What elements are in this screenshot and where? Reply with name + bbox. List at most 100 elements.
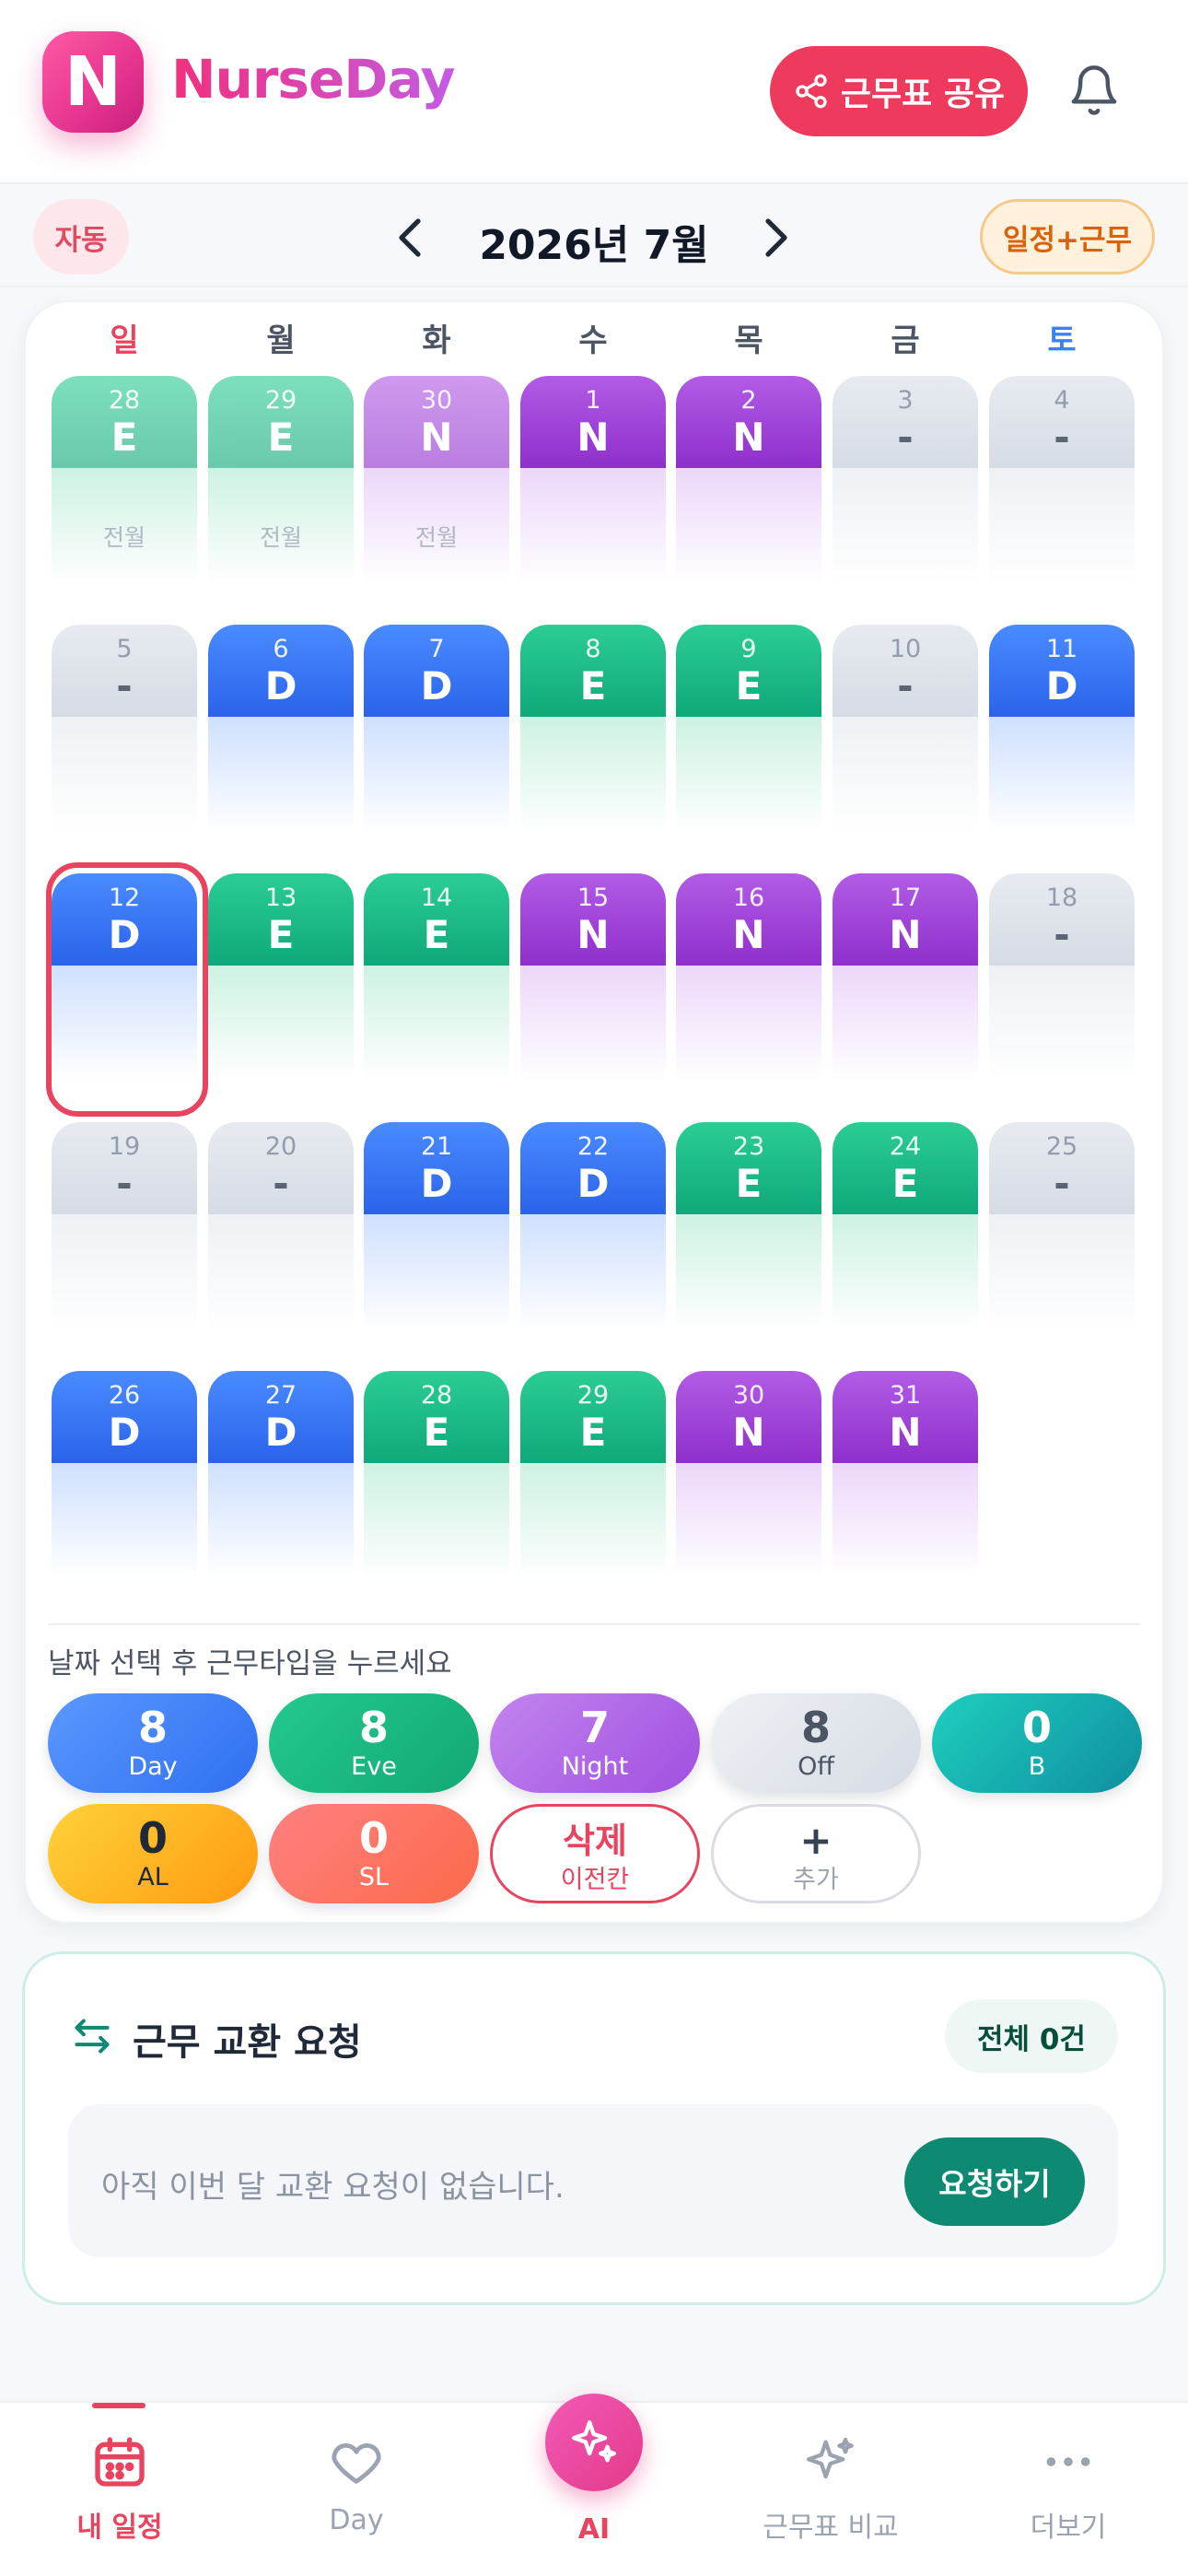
calendar-day-cell[interactable]: 11 D <box>989 625 1135 853</box>
shift-night-button[interactable]: 7 Night <box>490 1693 700 1793</box>
day-number: 3 <box>897 386 914 415</box>
nav-more[interactable]: 더보기 <box>976 2432 1160 2545</box>
day-number: 11 <box>1045 635 1078 663</box>
swap-request-button[interactable]: 요청하기 <box>904 2137 1085 2226</box>
add-shift-type-button[interactable]: + 추가 <box>711 1804 921 1903</box>
prev-month-note: 전월 <box>102 524 146 551</box>
day-schedule-area <box>676 468 821 604</box>
calendar-day-cell[interactable]: 1N <box>520 376 666 604</box>
shift-b-button[interactable]: 0 B <box>932 1693 1142 1793</box>
nav-day[interactable]: Day <box>264 2432 448 2536</box>
bell-icon[interactable] <box>1066 61 1122 120</box>
shift-header: 5- <box>52 625 197 717</box>
delete-label: 이전칸 <box>560 1866 630 1894</box>
calendar-day-cell[interactable]: 5- <box>52 625 197 853</box>
day-number: 23 <box>732 1132 765 1161</box>
day-number: 18 <box>1045 884 1078 912</box>
add-title: + <box>799 1818 833 1863</box>
shift-day-button[interactable]: 8 Day <box>48 1693 258 1793</box>
day-schedule-area <box>833 1214 978 1351</box>
calendar-day-cell[interactable]: 30 N 전월 <box>364 376 509 604</box>
day-schedule-area: 전월 <box>364 468 509 604</box>
weekday-header: 수 <box>578 322 608 359</box>
calendar-day-cell[interactable]: 17 N <box>833 873 978 1102</box>
calendar-day-cell[interactable]: 7D <box>364 625 509 853</box>
shift-sl-button[interactable]: 0 SL <box>269 1804 479 1903</box>
shift-header: 28 E <box>52 376 197 468</box>
weekday-header: 토 <box>1047 322 1077 359</box>
calendar-day-cell[interactable]: 21 D <box>364 1122 509 1351</box>
calendar-day-cell[interactable]: 31 N <box>833 1371 978 1599</box>
shift-code: - <box>116 663 133 708</box>
share-schedule-button[interactable]: 근무표 공유 <box>770 46 1028 136</box>
calendar-day-cell[interactable]: 10- <box>833 625 978 853</box>
calendar-day-cell[interactable]: 20- <box>208 1122 354 1351</box>
delete-previous-button[interactable]: 삭제 이전칸 <box>490 1804 700 1903</box>
calendar-day-cell[interactable]: 14 E <box>364 873 509 1102</box>
calendar-day-cell[interactable]: 19- <box>52 1122 197 1351</box>
calendar-day-cell[interactable]: 22 D <box>520 1122 666 1351</box>
auto-button[interactable]: 자동 <box>33 199 129 275</box>
nav-ai-button[interactable] <box>545 2394 643 2491</box>
day-number: 9 <box>740 635 757 663</box>
shift-header: 20- <box>208 1122 354 1214</box>
nav-compare[interactable]: 근무표 비교 <box>739 2432 923 2545</box>
calendar-day-cell[interactable]: 6D <box>208 625 354 853</box>
shift-al-button[interactable]: 0 AL <box>48 1804 258 1903</box>
calendar-day-cell[interactable]: 4- <box>989 376 1135 604</box>
shift-header: 19- <box>52 1122 197 1214</box>
al-label: AL <box>137 1863 169 1891</box>
calendar-day-cell[interactable]: 2N <box>676 376 821 604</box>
day-label: Day <box>128 1752 178 1781</box>
shift-off-button[interactable]: 8 Off <box>711 1693 921 1793</box>
calendar-day-cell[interactable]: 28 E 전월 <box>52 376 197 604</box>
day-number: 22 <box>577 1132 610 1161</box>
app-header: N NurseDay 근무표 공유 <box>0 0 1188 184</box>
day-number: 27 <box>264 1381 297 1410</box>
calendar-day-cell[interactable]: 27 D <box>208 1371 354 1599</box>
chevron-right-icon <box>765 218 787 257</box>
shift-code: N <box>889 1410 922 1455</box>
day-schedule-area <box>52 717 197 853</box>
calendar-day-cell[interactable]: 9E <box>676 625 821 853</box>
view-mode-button[interactable]: 일정+근무 <box>980 199 1155 275</box>
calendar-day-cell[interactable]: 24 E <box>833 1122 978 1351</box>
shift-code: D <box>108 1410 141 1455</box>
sl-count: 0 <box>358 1813 389 1863</box>
calendar-day-cell[interactable]: 29 E <box>520 1371 666 1599</box>
day-number: 7 <box>428 635 445 663</box>
weekday-header: 목 <box>734 322 763 359</box>
prev-month-note: 전월 <box>414 524 458 551</box>
shift-header: 1N <box>520 376 666 468</box>
day-number: 17 <box>889 884 922 912</box>
day-schedule-area <box>989 717 1135 853</box>
calendar-day-cell[interactable]: 30 N <box>676 1371 821 1599</box>
day-schedule-area <box>364 717 509 853</box>
next-month-button[interactable] <box>750 210 801 265</box>
calendar-day-cell[interactable]: 28 E <box>364 1371 509 1599</box>
swap-count-badge[interactable]: 전체 0건 <box>945 1999 1118 2073</box>
day-number: 19 <box>108 1132 141 1161</box>
calendar-day-cell[interactable]: 3- <box>833 376 978 604</box>
day-schedule-area <box>208 1214 354 1351</box>
calendar-day-cell[interactable]: 23 E <box>676 1122 821 1351</box>
calendar-day-cell[interactable]: 25- <box>989 1122 1135 1351</box>
shift-header: 10- <box>833 625 978 717</box>
day-number: 29 <box>577 1381 610 1410</box>
shift-eve-button[interactable]: 8 Eve <box>269 1693 479 1793</box>
calendar-day-cell[interactable]: 26 D <box>52 1371 197 1599</box>
prev-month-button[interactable] <box>385 210 437 265</box>
day-schedule-area <box>676 966 821 1102</box>
sl-label: SL <box>358 1863 390 1891</box>
calendar-day-cell[interactable]: 18- <box>989 873 1135 1102</box>
selected-day-highlight <box>46 862 208 1117</box>
calendar-day-cell[interactable]: 16 N <box>676 873 821 1102</box>
nav-my-schedule[interactable]: 내 일정 <box>28 2432 212 2545</box>
shift-header: 2N <box>676 376 821 468</box>
calendar-day-cell[interactable]: 29 E 전월 <box>208 376 354 604</box>
shift-header: 30 N <box>364 376 509 468</box>
calendar-day-cell[interactable]: 15 N <box>520 873 666 1102</box>
calendar-day-cell[interactable]: 13 E <box>208 873 354 1102</box>
calendar-day-cell[interactable]: 8E <box>520 625 666 853</box>
day-schedule-area <box>833 717 978 853</box>
